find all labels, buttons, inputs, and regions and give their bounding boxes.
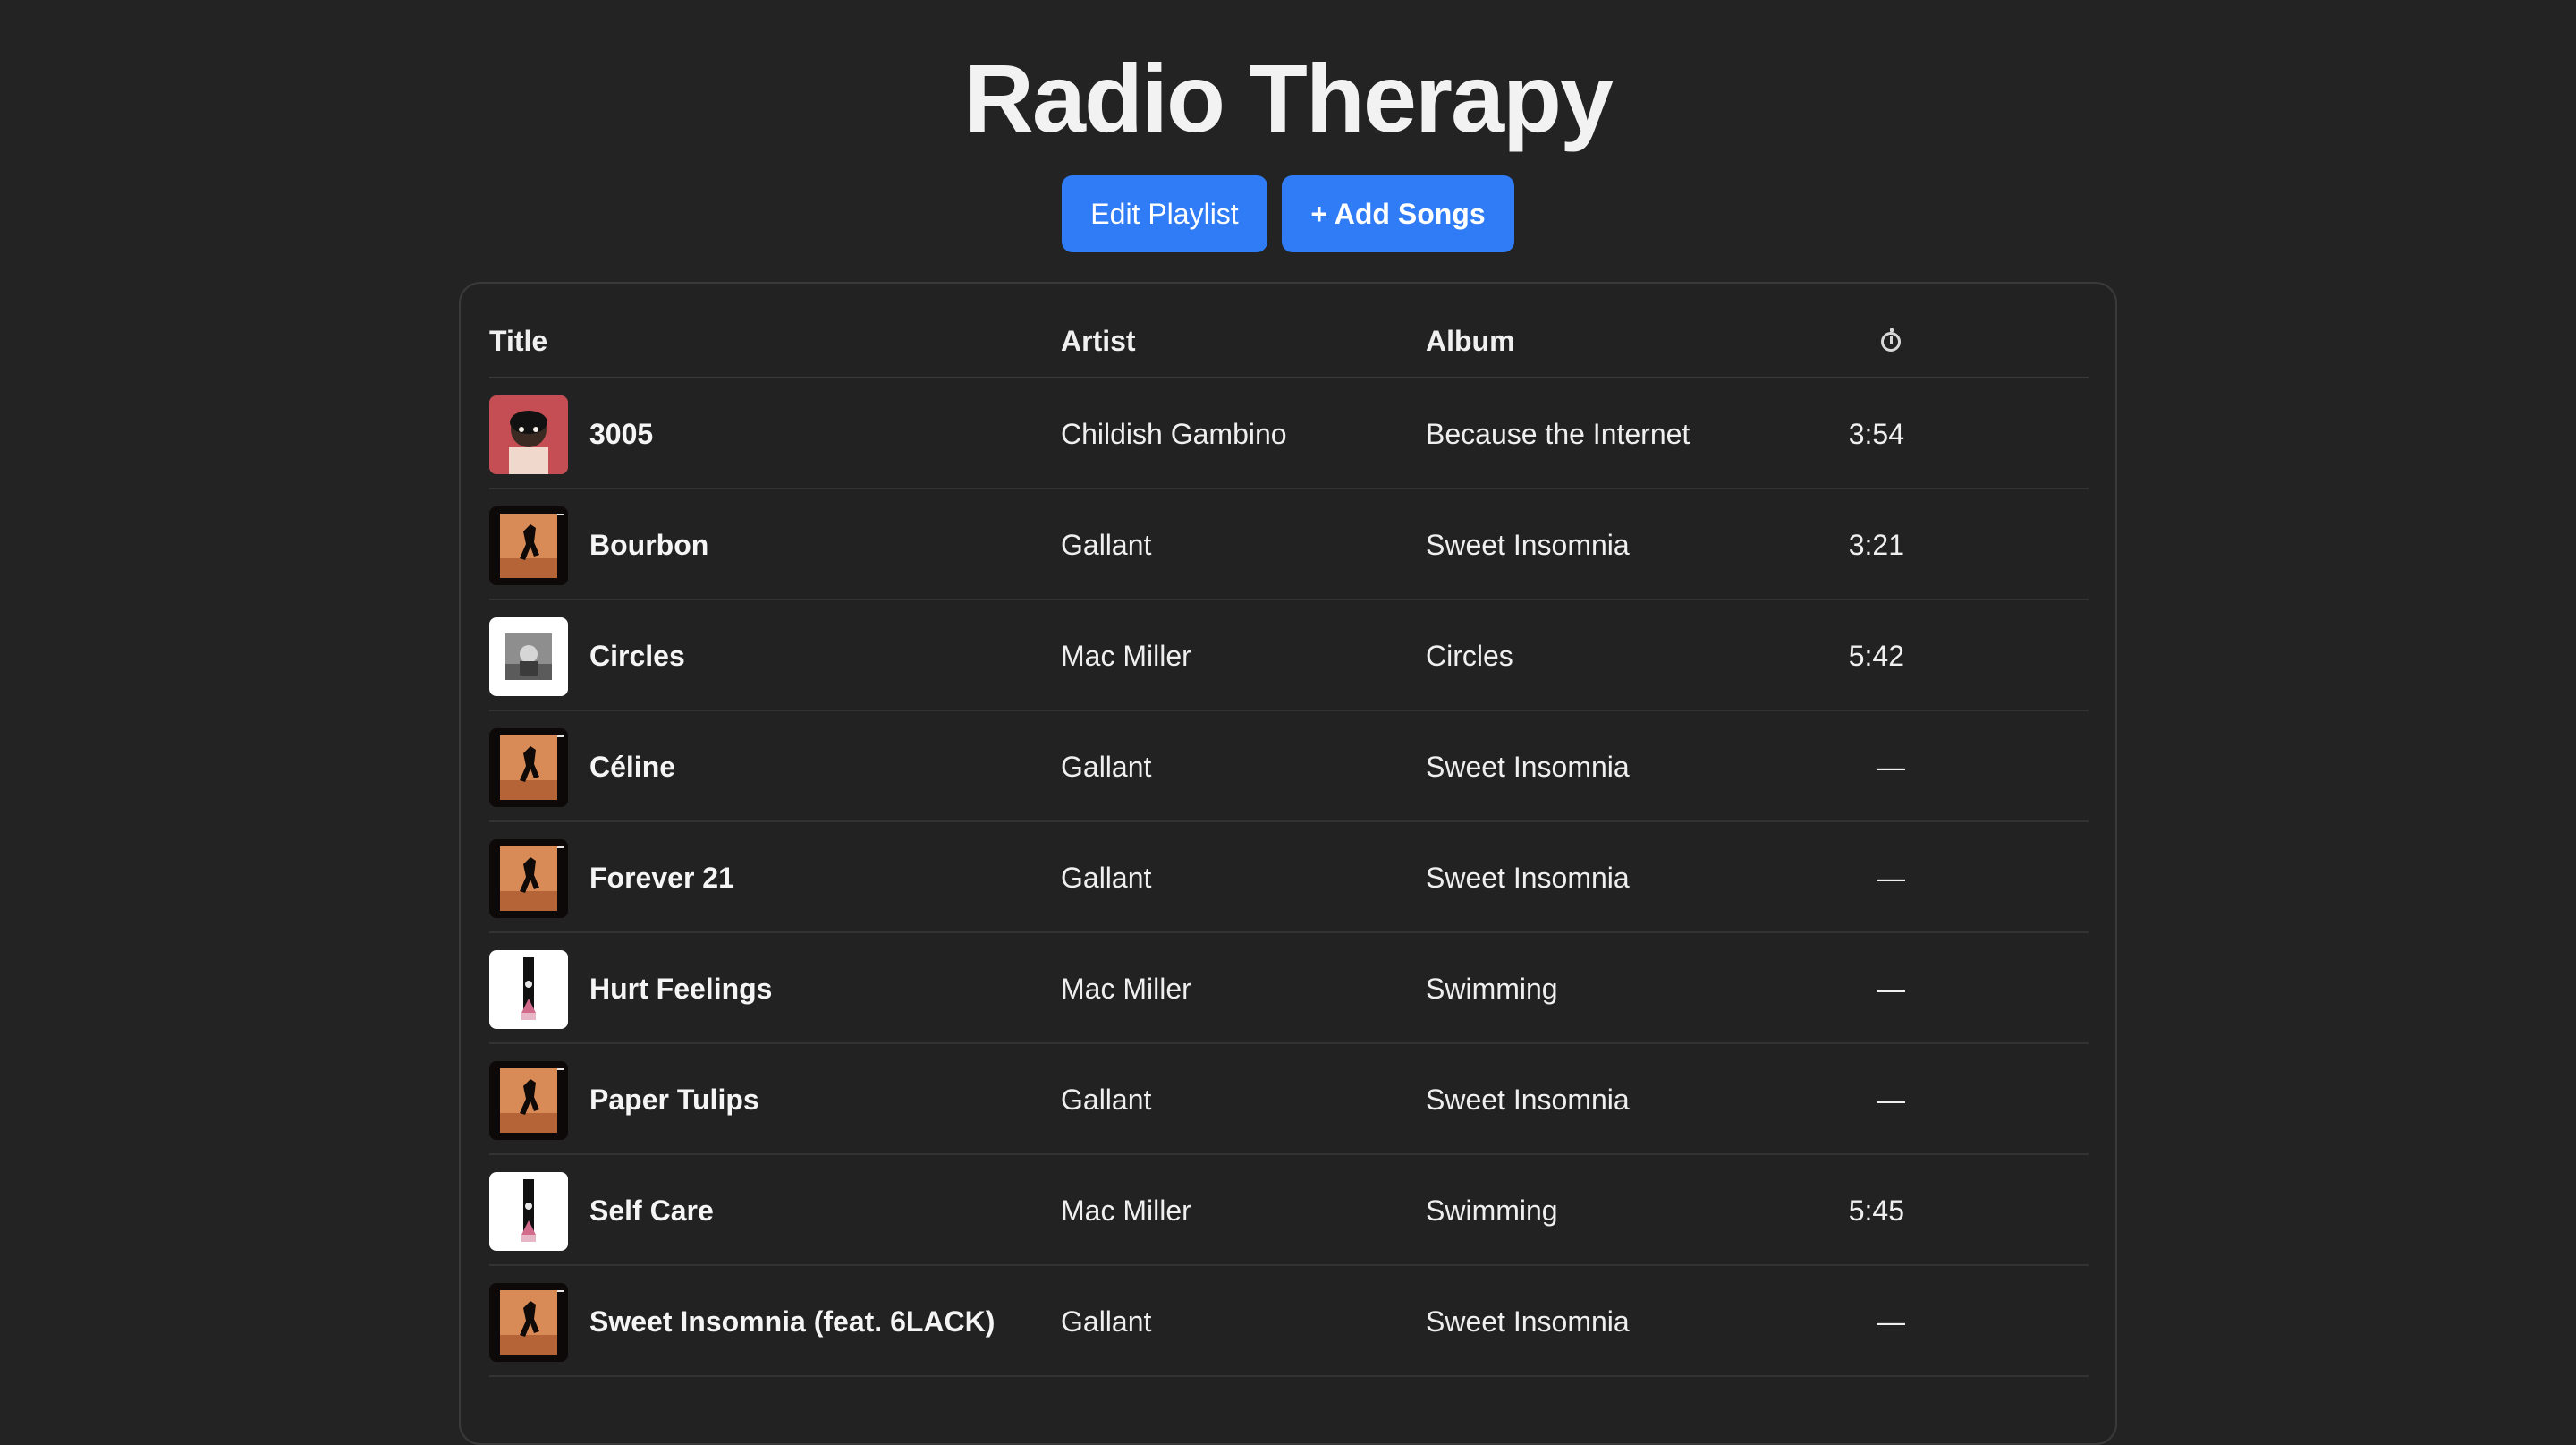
album-name: Swimming — [1426, 973, 1558, 1005]
album-cover — [489, 395, 568, 474]
table-row[interactable]: Self Care Mac Miller Swimming 5:45 — [489, 1155, 2089, 1266]
song-duration: 5:45 — [1848, 1194, 1904, 1227]
song-duration: 5:42 — [1848, 640, 1904, 672]
artist-name: Childish Gambino — [1061, 418, 1287, 450]
table-header: Title Artist Album — [489, 284, 2089, 378]
artist-name: Mac Miller — [1061, 640, 1191, 672]
header-artist[interactable]: Artist — [1061, 323, 1136, 359]
album-name: Sweet Insomnia — [1426, 529, 1630, 561]
table-row[interactable]: Forever 21 Gallant Sweet Insomnia — — [489, 822, 2089, 933]
song-duration: — — [1877, 1084, 1905, 1116]
artist-name: Gallant — [1061, 529, 1152, 561]
playlist-actions: Edit Playlist + Add Songs — [0, 175, 2576, 252]
table-row[interactable]: Circles Mac Miller Circles 5:42 — [489, 600, 2089, 711]
artist-name: Mac Miller — [1061, 973, 1191, 1005]
song-title: 3005 — [589, 418, 654, 450]
table-row[interactable]: Sweet Insomnia (feat. 6LACK) Gallant Swe… — [489, 1266, 2089, 1377]
album-cover — [489, 506, 568, 585]
song-title: Paper Tulips — [589, 1084, 759, 1116]
album-name: Because the Internet — [1426, 418, 1690, 450]
artist-name: Gallant — [1061, 1305, 1152, 1338]
song-duration: — — [1877, 1305, 1905, 1338]
page-title: Radio Therapy — [963, 44, 1614, 152]
song-title: Bourbon — [589, 529, 709, 561]
clock-icon[interactable] — [1881, 328, 1901, 352]
song-duration: — — [1877, 751, 1905, 783]
album-cover — [489, 1283, 568, 1362]
edit-playlist-button[interactable]: Edit Playlist — [1062, 175, 1267, 252]
table-row[interactable]: Paper Tulips Gallant Sweet Insomnia — — [489, 1044, 2089, 1155]
artist-name: Gallant — [1061, 1084, 1152, 1116]
album-cover — [489, 617, 568, 696]
song-duration: 3:21 — [1848, 529, 1904, 561]
header-title[interactable]: Title — [489, 323, 547, 359]
song-title: Céline — [589, 751, 676, 783]
table-row[interactable]: 3005 Childish Gambino Because the Intern… — [489, 378, 2089, 489]
table-row[interactable]: Bourbon Gallant Sweet Insomnia 3:21 — [489, 489, 2089, 600]
album-cover — [489, 950, 568, 1029]
song-title: Forever 21 — [589, 862, 734, 894]
artist-name: Gallant — [1061, 751, 1152, 783]
album-name: Sweet Insomnia — [1426, 1084, 1630, 1116]
artist-name: Mac Miller — [1061, 1194, 1191, 1227]
songs-table: Title Artist Album 3005 Childish Gambino… — [489, 284, 2089, 1377]
album-name: Circles — [1426, 640, 1513, 672]
table-row[interactable]: Hurt Feelings Mac Miller Swimming — — [489, 933, 2089, 1044]
album-cover — [489, 839, 568, 918]
song-duration: — — [1877, 973, 1905, 1005]
album-cover — [489, 1172, 568, 1251]
song-title: Self Care — [589, 1194, 714, 1227]
album-name: Sweet Insomnia — [1426, 751, 1630, 783]
song-duration: — — [1877, 862, 1905, 894]
table-row[interactable]: Céline Gallant Sweet Insomnia — — [489, 711, 2089, 822]
album-name: Swimming — [1426, 1194, 1558, 1227]
album-cover — [489, 728, 568, 807]
album-name: Sweet Insomnia — [1426, 862, 1630, 894]
song-title: Circles — [589, 640, 685, 672]
playlist-panel: Title Artist Album 3005 Childish Gambino… — [459, 282, 2117, 1445]
album-cover — [489, 1061, 568, 1140]
add-songs-button[interactable]: + Add Songs — [1282, 175, 1514, 252]
song-duration: 3:54 — [1848, 418, 1904, 450]
song-title: Sweet Insomnia (feat. 6LACK) — [589, 1305, 996, 1338]
artist-name: Gallant — [1061, 862, 1152, 894]
album-name: Sweet Insomnia — [1426, 1305, 1630, 1338]
song-title: Hurt Feelings — [589, 973, 773, 1005]
header-album[interactable]: Album — [1426, 323, 1515, 359]
